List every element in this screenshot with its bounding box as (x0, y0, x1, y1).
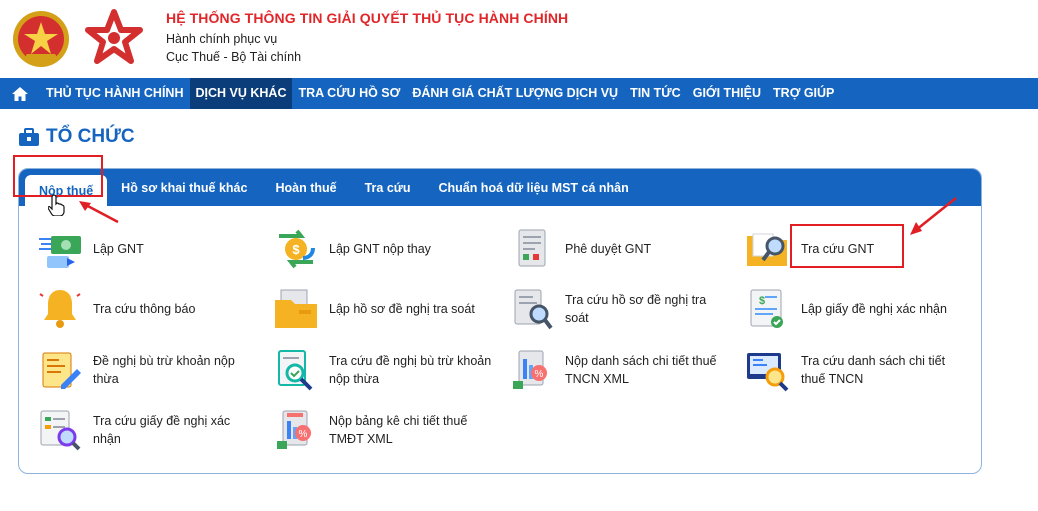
service-lap-gnt-nop-thay[interactable]: $ Lập GNT nộp thay (273, 226, 503, 272)
highlight-box-tra-cuu-gnt (790, 224, 904, 268)
header-agency: Cục Thuế - Bộ Tài chính (166, 50, 302, 64)
header-title-block: HỆ THỐNG THÔNG TIN GIẢI QUYẾT THỦ TỤC HÀ… (166, 10, 568, 64)
tab-bar: Nộp thuế Hồ sơ khai thuế khác Hoàn thuế … (19, 169, 981, 206)
system-title: HỆ THỐNG THÔNG TIN GIẢI QUYẾT THỦ TỤC HÀ… (166, 10, 569, 26)
service-label: Phê duyệt GNT (565, 242, 652, 256)
service-label: Tra cứu hồ sơ đề nghị tra soát (565, 293, 707, 325)
nav-tro-giup[interactable]: TRỢ GIÚP (767, 78, 840, 109)
screen-search-icon (747, 353, 789, 392)
service-label: Tra cứu danh sách chi tiết thuế TNCN (801, 354, 946, 386)
home-icon[interactable] (0, 78, 40, 109)
services-panel: Nộp thuế Hồ sơ khai thuế khác Hoàn thuế … (18, 168, 982, 474)
main-navbar: THỦ TỤC HÀNH CHÍNH DỊCH VỤ KHÁC TRA CỨU … (0, 78, 1038, 109)
service-label: Nộp danh sách chi tiết thuế TNCN XML (565, 354, 717, 386)
document-edit-icon (42, 352, 81, 389)
form-search-icon (40, 410, 81, 451)
service-tra-cuu-de-nghi-bu-tru[interactable]: Tra cứu đề nghị bù trừ khoản nộp thừa (273, 347, 503, 393)
national-emblem-icon (13, 11, 69, 67)
svg-text:$: $ (759, 295, 765, 307)
service-lap-giay-de-nghi-xac-nhan[interactable]: $ Lập giấy đề nghị xác nhận (745, 286, 975, 332)
hand-cursor-icon (48, 194, 65, 216)
highlight-box-nop-thue (13, 155, 103, 197)
annotation-arrow-right (910, 197, 957, 235)
service-nop-danh-sach-tncn[interactable]: % Nộp danh sách chi tiết thuế TNCN XML (509, 347, 739, 393)
section-title: TỔ CHỨC (46, 126, 135, 147)
folder-search-icon (747, 233, 787, 266)
nav-tin-tuc[interactable]: TIN TỨC (624, 78, 687, 109)
tab-ho-so-khai-thue-khac[interactable]: Hồ sơ khai thuế khác (107, 169, 261, 206)
tax-document-icon: % (513, 350, 547, 389)
service-tra-cuu-danh-sach-tncn[interactable]: Tra cứu danh sách chi tiết thuế TNCN (745, 347, 975, 393)
nav-dich-vu-khac[interactable]: DỊCH VỤ KHÁC (189, 78, 293, 109)
service-label: Lập GNT (93, 242, 144, 256)
service-label: Tra cứu đề nghị bù trừ khoản nộp thừa (329, 354, 492, 386)
annotation-arrow-left (79, 201, 119, 224)
money-transfer-icon (39, 236, 81, 268)
nav-tra-cuu-ho-so[interactable]: TRA CỨU HỒ SƠ (292, 78, 406, 109)
service-lap-gnt[interactable]: Lập GNT (37, 226, 267, 272)
header-subtitle: Hành chính phục vụ (166, 32, 278, 46)
service-label: Lập giấy đề nghị xác nhận (801, 302, 947, 316)
service-phe-duyet-gnt[interactable]: Phê duyệt GNT (509, 226, 739, 272)
document-search-icon (514, 289, 553, 330)
service-label: Lập hồ sơ đề nghị tra soát (329, 302, 475, 316)
folder-icon (275, 289, 317, 328)
money-exchange-icon: $ (279, 229, 315, 269)
section-heading: TỔ CHỨC (18, 126, 135, 148)
service-label: Lập GNT nộp thay (329, 242, 431, 256)
svg-text:%: % (299, 429, 308, 440)
service-label: Nộp bảng kê chi tiết thuế TMĐT XML (329, 414, 468, 446)
service-nop-bang-ke-tmdt[interactable]: % Nộp bảng kê chi tiết thuế TMĐT XML (273, 407, 503, 453)
briefcase-icon (19, 127, 39, 146)
document-check-search-icon (278, 350, 313, 391)
tab-chuan-hoa-du-lieu[interactable]: Chuẩn hoá dữ liệu MST cá nhân (424, 169, 642, 206)
service-label: Tra cứu thông báo (93, 302, 196, 316)
service-label: Đề nghị bù trừ khoản nộp thừa (93, 354, 235, 386)
svg-text:%: % (535, 369, 544, 380)
tax-chart-icon: % (277, 410, 311, 449)
service-label: Tra cứu giấy đề nghị xác nhận (93, 414, 231, 446)
certificate-icon: $ (750, 289, 783, 328)
bell-icon (39, 290, 81, 328)
tab-hoan-thue[interactable]: Hoàn thuế (261, 169, 350, 206)
agency-logo-icon (85, 9, 143, 64)
nav-thu-tuc-hanh-chinh[interactable]: THỦ TỤC HÀNH CHÍNH (40, 78, 190, 109)
service-tra-cuu-ho-so-tra-soat[interactable]: Tra cứu hồ sơ đề nghị tra soát (509, 286, 739, 332)
service-tra-cuu-thong-bao[interactable]: Tra cứu thông báo (37, 286, 267, 332)
nav-danh-gia-chat-luong[interactable]: ĐÁNH GIÁ CHẤT LƯỢNG DỊCH VỤ (406, 78, 624, 109)
nav-gioi-thieu[interactable]: GIỚI THIỆU (687, 78, 767, 109)
tab-tra-cuu[interactable]: Tra cứu (351, 169, 425, 206)
service-tra-cuu-giay-de-nghi-xac-nhan[interactable]: Tra cứu giấy đề nghị xác nhận (37, 407, 267, 453)
svg-text:$: $ (292, 242, 300, 257)
service-lap-ho-so-tra-soat[interactable]: Lập hồ sơ đề nghị tra soát (273, 286, 503, 332)
service-de-nghi-bu-tru[interactable]: Đề nghị bù trừ khoản nộp thừa (37, 347, 267, 393)
document-approve-icon (518, 229, 546, 267)
site-header: HỆ THỐNG THÔNG TIN GIẢI QUYẾT THỦ TỤC HÀ… (0, 0, 1038, 78)
